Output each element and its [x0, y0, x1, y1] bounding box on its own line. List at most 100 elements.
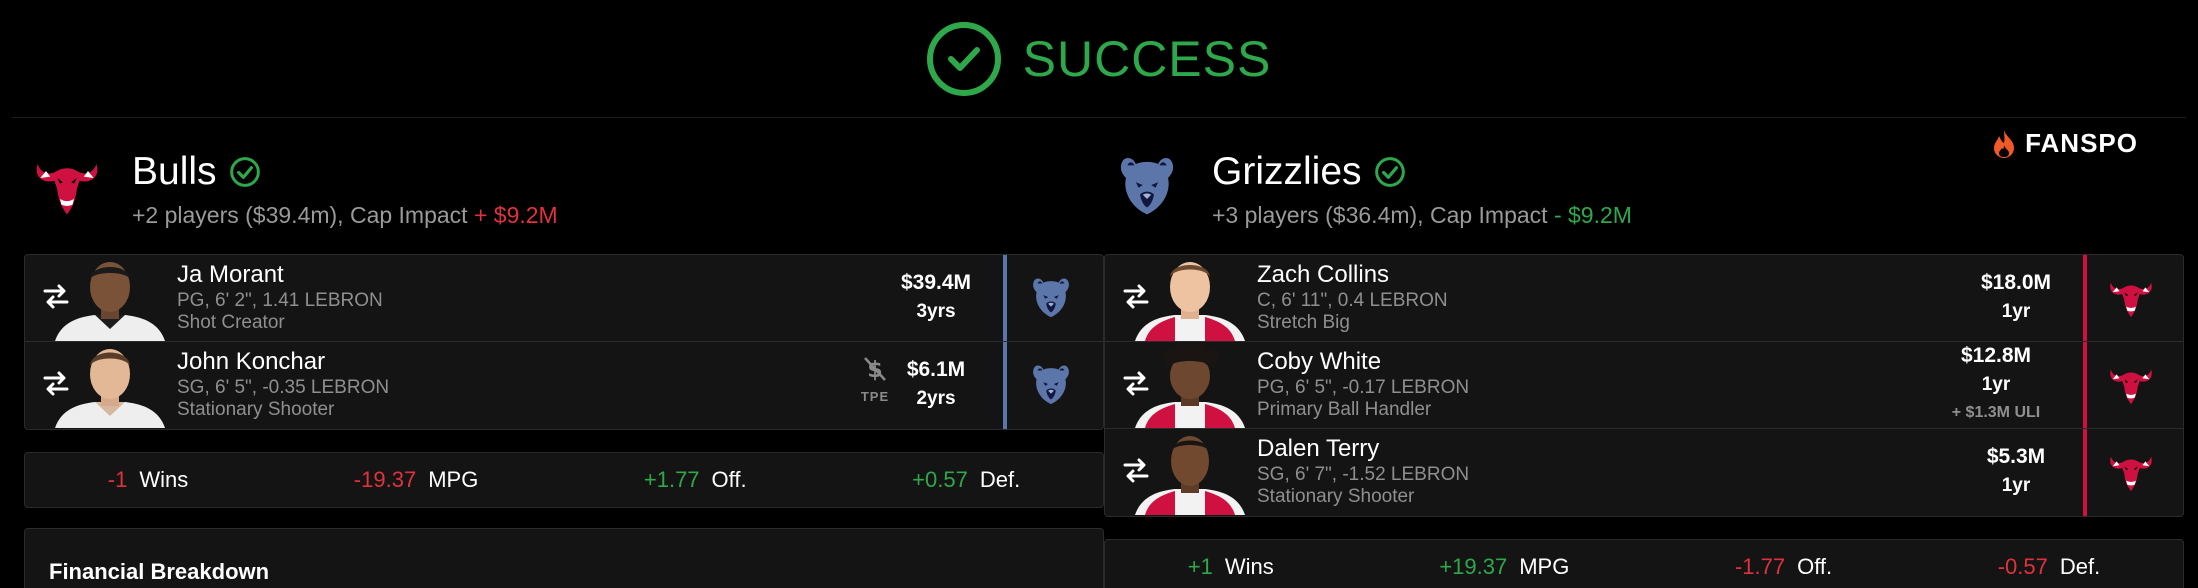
player-years: 3yrs: [916, 301, 956, 322]
player-uli: + $1.3M ULI: [1951, 404, 2041, 421]
impact-value: +0.57: [912, 467, 968, 492]
player-headshot: [55, 344, 165, 428]
impact-mpg: +19.37 MPG: [1439, 554, 1569, 580]
player-name[interactable]: Dalen Terry: [1257, 434, 1469, 464]
impact-wins: -1 Wins: [108, 467, 188, 493]
player-role: Stationary Shooter: [177, 399, 335, 420]
success-banner: SUCCESS: [0, 0, 2198, 118]
success-check-icon: [926, 22, 1001, 96]
impact-label: MPG: [1519, 554, 1570, 579]
impact-value: +1: [1187, 554, 1213, 579]
team-panel-grizzlies: Grizzlies +3 players ($36.4m), Cap Impac…: [1104, 140, 2184, 588]
cap-impact: + $9.2M: [473, 202, 558, 228]
player-role: Primary Ball Handler: [1257, 399, 1432, 420]
impact-mpg: -19.37 MPG: [354, 467, 479, 493]
bulls-logo-icon: [32, 150, 102, 220]
player-contract: $5.3M 1yr: [1961, 442, 2071, 500]
player-name[interactable]: Zach Collins: [1257, 260, 1448, 290]
impact-summary: -1 Wins -19.37 MPG +1.77 Off. +0.57 Def.: [24, 452, 1104, 508]
impact-off: +1.77 Off.: [644, 467, 747, 493]
team-name[interactable]: Grizzlies: [1212, 150, 1406, 194]
player-details: PG, 6' 5", -0.17 LEBRON: [1257, 377, 1470, 398]
impact-value: -1.77: [1734, 554, 1786, 579]
player-salary: $12.8M: [1960, 344, 2032, 367]
impact-value: -1: [107, 467, 128, 492]
impact-def: +0.57 Def.: [912, 467, 1020, 493]
team-color-stripe: [2083, 342, 2087, 428]
team-header: Grizzlies +3 players ($36.4m), Cap Impac…: [1104, 140, 2184, 254]
impact-label: Off.: [711, 467, 747, 492]
grizzlies-logo-icon: [1025, 358, 1077, 410]
player-details: PG, 6' 2", 1.41 LEBRON: [177, 290, 383, 311]
player-contract: $39.4M 3yrs: [881, 268, 991, 326]
team-color-stripe: [1003, 255, 1007, 341]
success-title: SUCCESS: [1022, 31, 1272, 87]
team-color-stripe: [1003, 342, 1007, 429]
player-row[interactable]: Coby White PG, 6' 5", -0.17 LEBRON Prima…: [1105, 342, 2183, 429]
team-name-text: Grizzlies: [1212, 150, 1362, 193]
player-row[interactable]: Ja Morant PG, 6' 2", 1.41 LEBRON Shot Cr…: [25, 255, 1103, 342]
impact-value: -0.57: [1997, 554, 2048, 579]
player-details: C, 6' 11", 0.4 LEBRON: [1257, 290, 1448, 311]
grizzlies-logo-icon: [1025, 271, 1077, 323]
impact-label: Def.: [2059, 554, 2101, 579]
player-salary: $39.4M: [900, 271, 972, 294]
player-years: 1yr: [2001, 301, 2031, 322]
financial-breakdown-title: Financial Breakdown: [49, 559, 270, 584]
impact-label: Wins: [139, 467, 189, 492]
player-row[interactable]: Zach Collins C, 6' 11", 0.4 LEBRON Stret…: [1105, 255, 2183, 342]
player-headshot: [55, 257, 165, 341]
player-contract: $18.0M 1yr: [1961, 268, 2071, 326]
team-panel-bulls: Bulls +2 players ($39.4m), Cap Impact + …: [24, 140, 1104, 588]
player-role: Shot Creator: [177, 312, 285, 333]
player-salary: $18.0M: [1980, 271, 2052, 294]
impact-label: MPG: [428, 467, 479, 492]
divider: [12, 117, 2186, 118]
team-name[interactable]: Bulls: [132, 150, 261, 194]
team-summary: +3 players ($36.4m), Cap Impact - $9.2M: [1212, 202, 1632, 229]
impact-label: Wins: [1224, 554, 1274, 579]
player-details: SG, 6' 5", -0.35 LEBRON: [177, 377, 390, 398]
financial-breakdown-card[interactable]: Financial Breakdown: [24, 528, 1104, 588]
incoming-players-list: Zach Collins C, 6' 11", 0.4 LEBRON Stret…: [1104, 254, 2184, 517]
verified-check-icon: [1374, 156, 1406, 188]
team-summary-text: +3 players ($36.4m), Cap Impact: [1212, 202, 1548, 228]
impact-value: +1.77: [643, 467, 700, 492]
verified-check-icon: [229, 156, 261, 188]
impact-wins: +1 Wins: [1188, 554, 1274, 580]
player-headshot: [1135, 257, 1245, 341]
team-summary: +2 players ($39.4m), Cap Impact + $9.2M: [132, 202, 558, 229]
player-salary: $5.3M: [1986, 445, 2046, 468]
impact-def: -0.57 Def.: [1998, 554, 2101, 580]
player-headshot: [1135, 431, 1245, 515]
player-salary: $6.1M: [906, 358, 966, 381]
player-years: 1yr: [1981, 374, 2011, 395]
team-header: Bulls +2 players ($39.4m), Cap Impact + …: [24, 140, 1104, 254]
player-headshot: [1135, 344, 1245, 428]
impact-value: -19.37: [353, 467, 417, 492]
player-name[interactable]: John Konchar: [177, 347, 389, 377]
incoming-players-list: Ja Morant PG, 6' 2", 1.41 LEBRON Shot Cr…: [24, 254, 1104, 430]
player-contract: $6.1M 2yrs: [881, 355, 991, 413]
team-color-stripe: [2083, 429, 2087, 516]
player-name[interactable]: Ja Morant: [177, 260, 383, 290]
player-row[interactable]: Dalen Terry SG, 6' 7", -1.52 LEBRON Stat…: [1105, 429, 2183, 516]
player-contract: $12.8M 1yr + $1.3M ULI: [1941, 341, 2051, 427]
player-details: SG, 6' 7", -1.52 LEBRON: [1257, 464, 1470, 485]
team-summary-text: +2 players ($39.4m), Cap Impact: [132, 202, 468, 228]
bulls-logo-icon: [2105, 445, 2157, 497]
impact-value: +19.37: [1439, 554, 1508, 579]
player-role: Stationary Shooter: [1257, 486, 1415, 507]
player-name[interactable]: Coby White: [1257, 347, 1469, 377]
cap-impact: - $9.2M: [1553, 202, 1632, 228]
impact-label: Def.: [979, 467, 1021, 492]
player-row[interactable]: John Konchar SG, 6' 5", -0.35 LEBRON Sta…: [25, 342, 1103, 429]
player-role: Stretch Big: [1257, 312, 1350, 333]
team-name-text: Bulls: [132, 150, 217, 193]
impact-off: -1.77 Off.: [1735, 554, 1832, 580]
bulls-logo-icon: [2105, 358, 2157, 410]
impact-summary: +1 Wins +19.37 MPG -1.77 Off. -0.57 Def.: [1104, 539, 2184, 588]
team-color-stripe: [2083, 255, 2087, 341]
bulls-logo-icon: [2105, 271, 2157, 323]
player-years: 2yrs: [916, 388, 956, 409]
